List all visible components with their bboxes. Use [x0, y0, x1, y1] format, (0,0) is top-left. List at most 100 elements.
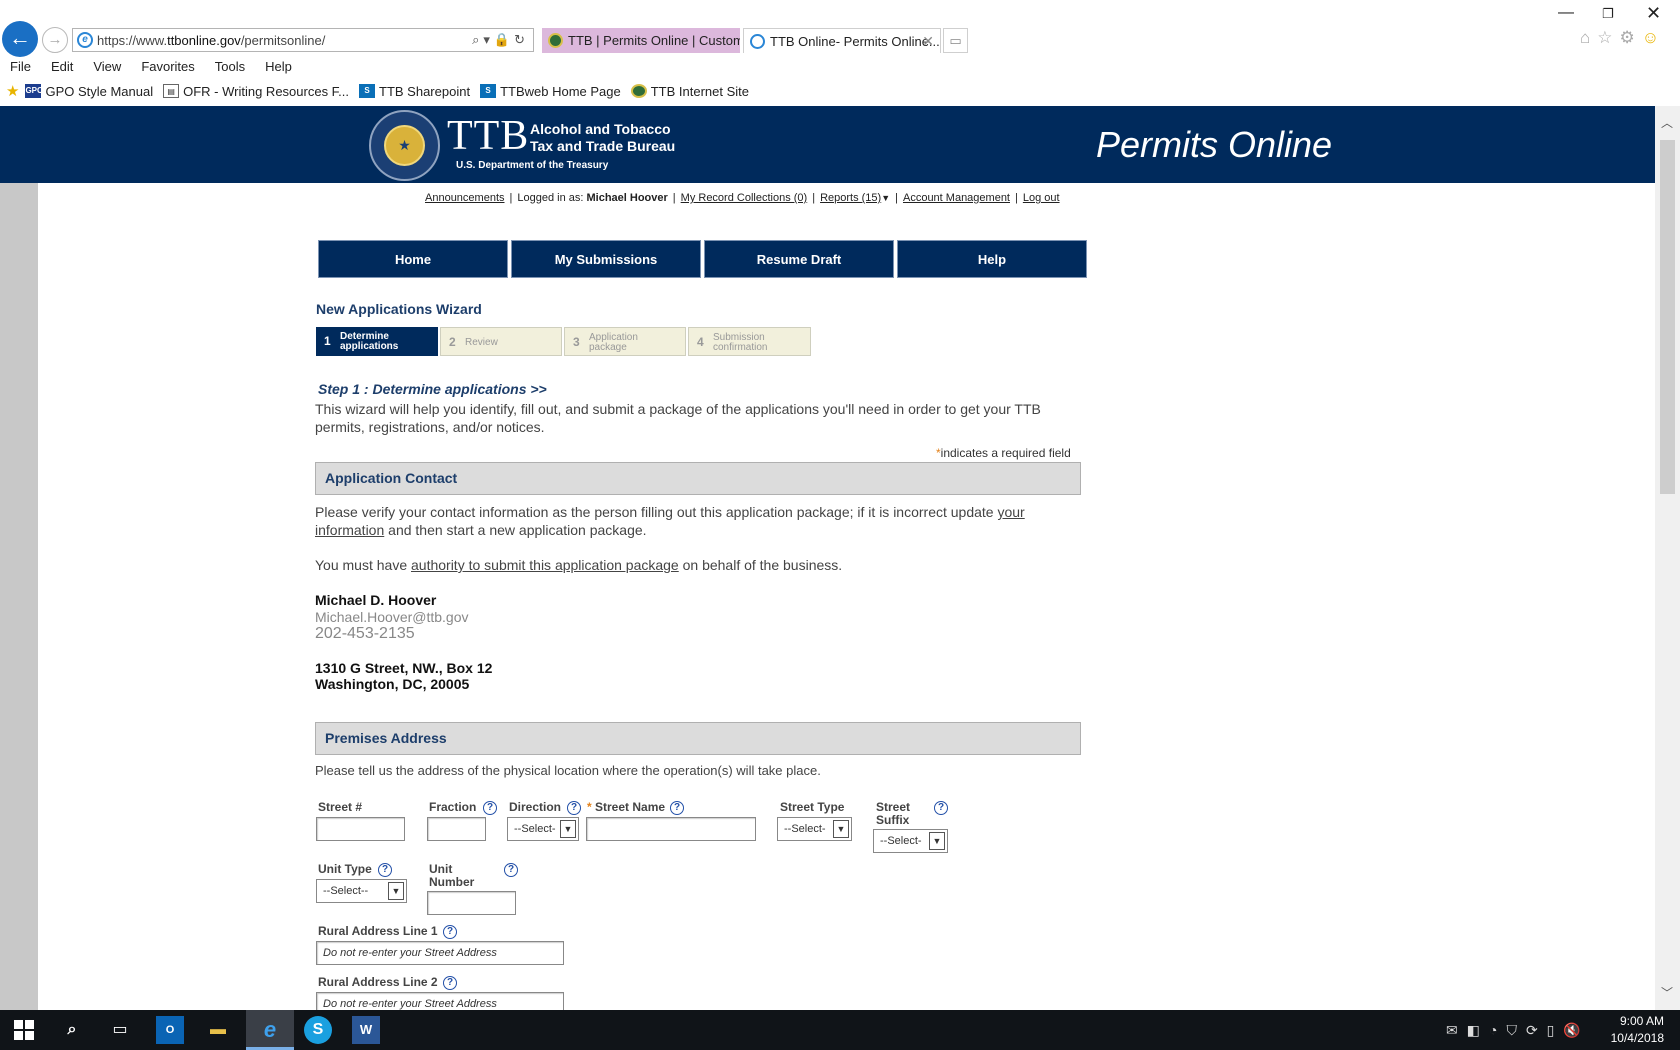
tab-ttb-custom[interactable]: TTB | Permits Online | Custom... — [542, 28, 740, 53]
skype-tray-icon[interactable]: ◔ — [1489, 1022, 1506, 1038]
step-label: Review — [465, 337, 498, 348]
menu-help[interactable]: Help — [255, 57, 302, 77]
help-icon[interactable]: ? — [670, 801, 684, 815]
feedback-smile-icon[interactable]: ☺ — [1642, 28, 1666, 47]
street-suffix-select[interactable]: --Select- ▼ — [873, 829, 948, 853]
agency-name-line1: Alcohol and Tobacco — [530, 121, 671, 137]
windows-start-icon[interactable] — [14, 1020, 34, 1040]
fav-ttb-internet[interactable]: TTB Internet Site — [630, 84, 749, 99]
step-heading: Step 1 : Determine applications >> — [318, 381, 547, 397]
rural-line1-label: Rural Address Line 1 — [318, 924, 438, 938]
fav-label: TTB Sharepoint — [379, 83, 471, 99]
menu-view[interactable]: View — [83, 57, 131, 77]
unit-type-select[interactable]: --Select-- ▼ — [316, 879, 407, 903]
unit-number-input[interactable] — [427, 891, 516, 915]
task-view-icon[interactable]: ▭ — [106, 1016, 134, 1044]
sharepoint-icon: S — [480, 84, 497, 98]
chevron-down-icon: ▼ — [833, 820, 849, 838]
nav-home[interactable]: Home — [318, 240, 508, 278]
fav-ofr-writing[interactable]: ▤ OFR - Writing Resources F... — [163, 84, 349, 99]
favorites-star-icon[interactable]: ★ — [6, 82, 19, 100]
help-icon[interactable]: ? — [504, 863, 518, 877]
internet-explorer-icon[interactable]: e — [256, 1016, 284, 1044]
scroll-down-icon[interactable]: ﹀ — [1661, 984, 1673, 1001]
reports-link[interactable]: Reports (15) — [820, 192, 881, 204]
street-name-input[interactable] — [586, 817, 756, 841]
new-tab-icon[interactable]: ▭ — [943, 28, 968, 53]
chevron-down-icon: ▼ — [388, 882, 404, 900]
outlook-tray-icon[interactable]: ◧ — [1467, 1022, 1489, 1038]
fraction-input[interactable] — [427, 817, 486, 841]
close-tab-icon[interactable]: ✕ — [922, 29, 934, 53]
file-explorer-icon[interactable]: ▬ — [204, 1016, 232, 1044]
fav-label: OFR - Writing Resources F... — [183, 83, 350, 99]
scroll-thumb[interactable] — [1660, 140, 1675, 494]
help-icon[interactable]: ? — [934, 801, 948, 815]
rural-line2-input[interactable]: Do not re-enter your Street Address — [316, 992, 564, 1010]
ttb-logo-text: TTB — [447, 113, 530, 159]
gear-icon[interactable]: ⚙ — [1620, 28, 1642, 47]
help-icon[interactable]: ? — [443, 925, 457, 939]
chevron-down-icon[interactable]: ▼ — [881, 193, 890, 203]
system-tray: ✉◧◔⛉⟳▯🔇 — [1446, 1022, 1590, 1039]
direction-select[interactable]: --Select- ▼ — [507, 817, 579, 841]
section-application-contact: Application Contact — [315, 462, 1081, 495]
step-determine-applications: 1 Determine applications — [316, 327, 438, 356]
sync-icon[interactable]: ⟳ — [1526, 1022, 1547, 1038]
menu-file[interactable]: File — [0, 57, 41, 77]
battery-icon[interactable]: ▯ — [1547, 1022, 1564, 1038]
browser-chrome: ← → e https://www.ttbonline.gov/permitso… — [0, 0, 1680, 106]
help-icon[interactable]: ? — [567, 801, 581, 815]
unit-type-label: Unit Type — [318, 862, 372, 876]
home-icon[interactable]: ⌂ — [1580, 28, 1597, 47]
account-management-link[interactable]: Account Management — [903, 192, 1010, 204]
logout-link[interactable]: Log out — [1023, 192, 1060, 204]
tab-title: TTB | Permits Online | Custom... — [568, 33, 740, 48]
rural-line1-input[interactable]: Do not re-enter your Street Address — [316, 941, 564, 965]
street-number-input[interactable] — [316, 817, 405, 841]
street-type-select[interactable]: --Select- ▼ — [777, 817, 852, 841]
user-links: Announcements | Logged in as: Michael Hoov… — [425, 192, 1060, 204]
shield-icon[interactable]: ⛉ — [1506, 1022, 1526, 1038]
clock-date[interactable]: 10/4/2018 — [1604, 1031, 1664, 1045]
step-label: Determine applications — [340, 331, 399, 352]
nav-resume-draft[interactable]: Resume Draft — [704, 240, 894, 278]
volume-muted-icon[interactable]: 🔇 — [1563, 1022, 1589, 1038]
clock-time[interactable]: 9:00 AM — [1604, 1014, 1664, 1028]
chevron-down-icon: ▼ — [929, 832, 945, 850]
search-refresh-icons[interactable]: ⌕▾🔒↻ — [472, 32, 529, 48]
forward-arrow-icon[interactable]: → — [42, 27, 68, 53]
wizard-intro: This wizard will help you identify, fill… — [315, 401, 1041, 435]
help-icon[interactable]: ? — [483, 801, 497, 815]
nav-my-submissions[interactable]: My Submissions — [511, 240, 701, 278]
word-icon[interactable]: W — [352, 1016, 380, 1044]
outlook-icon[interactable]: O — [156, 1016, 184, 1044]
user-name: Michael Hoover — [586, 192, 668, 204]
vertical-scrollbar[interactable]: ︿ ﹀ — [1655, 106, 1680, 1010]
favorites-star-icon[interactable]: ☆ — [1597, 28, 1619, 47]
authority-link[interactable]: authority to submit this application pac… — [411, 557, 679, 573]
fav-ttbweb-home[interactable]: S TTBweb Home Page — [480, 84, 621, 99]
skype-icon[interactable]: S — [304, 1016, 332, 1044]
tab-permits-online[interactable]: TTB Online- Permits Online... ✕ — [743, 28, 941, 53]
announcements-link[interactable]: Announcements — [425, 192, 505, 204]
direction-label: Direction — [509, 800, 562, 814]
help-icon[interactable]: ? — [378, 863, 392, 877]
menu-tools[interactable]: Tools — [205, 57, 255, 77]
restore-icon[interactable]: ❐ — [1602, 6, 1614, 22]
search-icon[interactable]: ⌕ — [58, 1016, 86, 1044]
minimize-icon[interactable]: — — [1558, 4, 1574, 22]
close-window-icon[interactable]: ✕ — [1646, 3, 1661, 24]
nav-help[interactable]: Help — [897, 240, 1087, 278]
mail-icon[interactable]: ✉ — [1446, 1022, 1467, 1038]
back-arrow-icon[interactable]: ← — [2, 21, 38, 57]
unit-number-label: Unit Number — [429, 862, 475, 889]
help-icon[interactable]: ? — [443, 976, 457, 990]
scroll-up-icon[interactable]: ︿ — [1661, 114, 1673, 131]
record-collections-link[interactable]: My Record Collections (0) — [681, 192, 808, 204]
fav-ttb-sharepoint[interactable]: S TTB Sharepoint — [359, 84, 470, 99]
fav-gpo-style-manual[interactable]: GPO GPO Style Manual — [25, 84, 153, 99]
menu-edit[interactable]: Edit — [41, 57, 83, 77]
menu-favorites[interactable]: Favorites — [131, 57, 204, 77]
address-bar[interactable]: e https://www.ttbonline.gov/permitsonlin… — [72, 28, 534, 52]
